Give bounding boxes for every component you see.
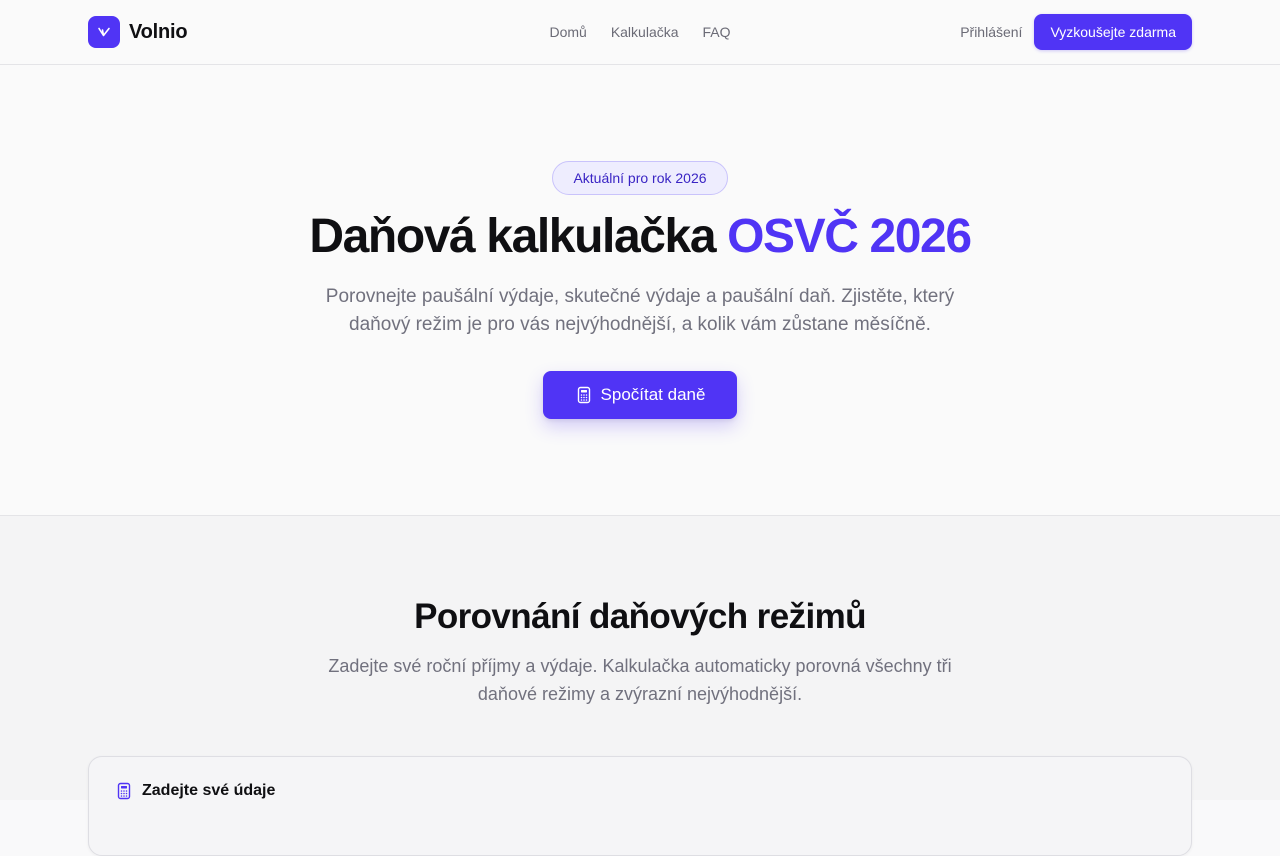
try-free-button[interactable]: Vyzkoušejte zdarma xyxy=(1034,14,1192,50)
hero-title-main: Daňová kalkulačka xyxy=(309,210,716,263)
hero-title: Daňová kalkulačka OSVČ 2026 xyxy=(0,209,1280,265)
brand-logo[interactable]: Volnio xyxy=(88,16,188,48)
comparison-title: Porovnání daňových režimů xyxy=(414,597,866,636)
hero-subtitle: Porovnejte paušální výdaje, skutečné výd… xyxy=(325,286,955,335)
input-card-header: Zadejte své údaje xyxy=(115,782,275,800)
hero-title-accent: OSVČ 2026 xyxy=(727,210,972,263)
calculator-icon xyxy=(115,782,133,800)
year-badge: Aktuální pro rok 2026 xyxy=(552,161,728,195)
brand-name: Volnio xyxy=(129,20,188,43)
calculator-icon xyxy=(575,386,593,404)
nav-link-faq[interactable]: FAQ xyxy=(703,23,731,41)
nav-actions: Přihlášení Vyzkoušejte zdarma xyxy=(960,14,1192,50)
input-card-title: Zadejte své údaje xyxy=(142,782,276,799)
comparison-subtitle: Zadejte své roční příjmy a výdaje. Kalku… xyxy=(328,656,952,704)
hero-section: Aktuální pro rok 2026 Daňová kalkulačka … xyxy=(0,65,1280,516)
calculate-taxes-button[interactable]: Spočítat daně xyxy=(543,371,737,419)
nav-link-home[interactable]: Domů xyxy=(549,23,586,41)
comparison-section: Porovnání daňových režimů Zadejte své ro… xyxy=(0,516,1280,856)
input-card: Zadejte své údaje xyxy=(88,756,1192,856)
top-navbar: Volnio Domů Kalkulačka FAQ Přihlášení Vy… xyxy=(0,0,1280,65)
nav-link-calculator[interactable]: Kalkulačka xyxy=(611,23,679,41)
v-mark-icon xyxy=(88,16,120,48)
calculate-taxes-label: Spočítat daně xyxy=(600,385,706,404)
login-link[interactable]: Přihlášení xyxy=(960,24,1022,40)
